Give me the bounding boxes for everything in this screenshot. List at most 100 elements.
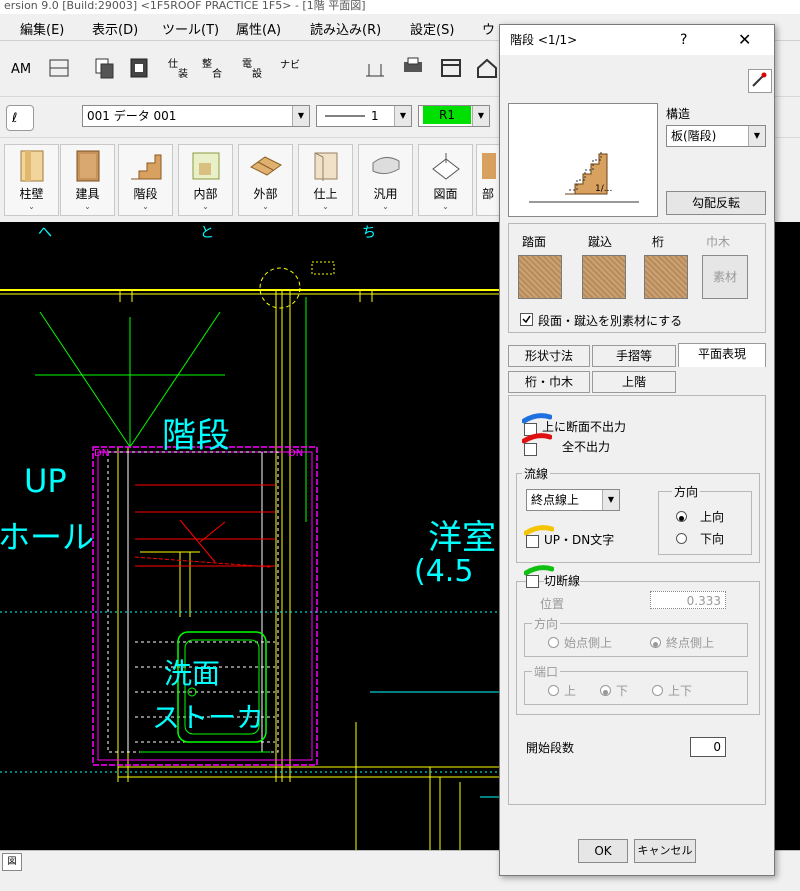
svg-text:ナビ: ナビ xyxy=(280,59,300,71)
cancel-button[interactable]: キャンセル xyxy=(634,839,696,863)
chevron-down-icon[interactable]: ▼ xyxy=(394,106,411,126)
chevron-down-icon[interactable]: ▼ xyxy=(472,106,489,126)
fitting-label: 建具 xyxy=(75,187,100,201)
menu-import[interactable]: 読み込み(R) xyxy=(310,19,381,38)
menu-attributes[interactable]: 属性(A) xyxy=(236,19,281,38)
text-senmen: 洗面 xyxy=(164,657,221,690)
text-dn-right: DN xyxy=(288,448,304,459)
color-select[interactable]: R1 ▼ xyxy=(418,105,490,127)
edge-updown-radio[interactable] xyxy=(652,685,663,696)
drawing-button[interactable]: 図面 ⌄ xyxy=(418,144,473,216)
deck-icon xyxy=(249,149,283,183)
tread-material-swatch[interactable] xyxy=(518,255,562,299)
dir-start-radio[interactable] xyxy=(548,637,559,648)
text-dn-left: DN xyxy=(94,448,110,459)
riser-material-swatch[interactable] xyxy=(582,255,626,299)
paste-icon[interactable] xyxy=(124,48,154,88)
tread-label: 踏面 xyxy=(522,235,547,249)
parts-label: 部 xyxy=(481,187,494,201)
dir-sub-group-title: 方向 xyxy=(532,615,561,632)
finish-button[interactable]: 仕上 ⌄ xyxy=(298,144,353,216)
ok-button[interactable]: OK xyxy=(578,839,628,863)
menu-view[interactable]: 表示(D) xyxy=(92,19,138,38)
steps-label: 開始段数 xyxy=(526,741,575,755)
tab-plan-expression[interactable]: 平面表現 xyxy=(678,343,766,367)
tab-stringer-skirting[interactable]: 桁・巾木 xyxy=(508,371,590,393)
pen-style-icon[interactable]: ℓ xyxy=(6,105,34,131)
pillar-wall-button[interactable]: 柱壁 ⌄ xyxy=(4,144,59,216)
dialog-title: 階段 <1/1> xyxy=(510,33,578,47)
drawing-icon xyxy=(429,149,463,183)
general-button[interactable]: 汎用 ⌄ xyxy=(358,144,413,216)
svg-text:電: 電 xyxy=(242,58,252,70)
stringer-label: 桁 xyxy=(652,235,665,249)
chevron-down-icon[interactable]: ▼ xyxy=(602,490,619,510)
edge-up-radio[interactable] xyxy=(548,685,559,696)
spec-icon[interactable]: 仕装 xyxy=(164,48,194,88)
line-type-select[interactable]: 1 ▼ xyxy=(316,105,412,127)
electric-icon[interactable]: 電設 xyxy=(238,48,268,88)
window-title: ersion 9.0 [Build:29003] <1F5ROOF PRACTI… xyxy=(0,0,800,14)
house-icon[interactable] xyxy=(472,48,502,88)
data-select[interactable]: 001 データ 001 ▼ xyxy=(82,105,310,127)
shape-select[interactable]: 板(階段) ▼ xyxy=(666,125,766,147)
dialog-titlebar[interactable]: 階段 <1/1> ? ✕ xyxy=(500,25,774,55)
steps-input[interactable]: 0 xyxy=(690,737,726,757)
svg-text:ℓ: ℓ xyxy=(11,111,17,126)
am-icon[interactable]: AM xyxy=(8,48,38,88)
cutline-checkbox[interactable] xyxy=(526,575,539,588)
svg-text:装: 装 xyxy=(178,67,188,80)
copy-icon[interactable] xyxy=(90,48,120,88)
navi-icon[interactable]: ナビ xyxy=(276,48,306,88)
cutline-label: 切断線 xyxy=(544,572,581,589)
close-icon[interactable]: ✕ xyxy=(738,25,751,55)
menu-window[interactable]: ウ xyxy=(482,19,495,38)
chevron-down-icon[interactable]: ▼ xyxy=(748,126,765,146)
sheet-tab-icon[interactable]: 図 xyxy=(2,853,22,871)
direction-up-label: 上向 xyxy=(700,510,725,524)
updn-text-checkbox[interactable] xyxy=(526,535,539,548)
finish-icon xyxy=(309,149,343,183)
data-select-value: 001 データ 001 xyxy=(87,109,177,123)
help-icon[interactable]: ? xyxy=(680,25,687,55)
riser-label: 蹴込 xyxy=(588,235,613,249)
reverse-slope-button[interactable]: 勾配反転 xyxy=(666,191,766,215)
dir-end-radio[interactable] xyxy=(650,637,661,648)
assemble-icon[interactable]: 整合 xyxy=(198,48,228,88)
separate-material-checkbox[interactable] xyxy=(520,313,533,326)
drawing-label: 図面 xyxy=(433,187,458,201)
menu-settings[interactable]: 設定(S) xyxy=(410,19,454,38)
tab-handrail[interactable]: 手摺等 xyxy=(592,345,676,367)
separate-material-label: 段面・蹴込を別素材にする xyxy=(538,314,683,328)
menu-edit[interactable]: 編集(E) xyxy=(20,19,64,38)
general-label: 汎用 xyxy=(373,187,398,201)
chevron-down-icon[interactable]: ▼ xyxy=(292,106,309,126)
position-label: 位置 xyxy=(540,597,565,611)
floor-icon[interactable] xyxy=(360,48,390,88)
stringer-material-swatch[interactable] xyxy=(644,255,688,299)
tab-shape-dims[interactable]: 形状寸法 xyxy=(508,345,590,367)
text-kaidan: 階段 xyxy=(162,416,230,456)
eyedropper-icon[interactable] xyxy=(748,69,772,93)
frame-icon[interactable] xyxy=(436,48,466,88)
position-input[interactable]: 0.333 xyxy=(650,591,726,609)
line-group-title: 流線 xyxy=(522,465,551,482)
direction-up-radio[interactable] xyxy=(676,511,687,522)
menu-tools[interactable]: ツール(T) xyxy=(162,19,219,38)
skirting-material-button[interactable]: 素材 xyxy=(702,255,748,299)
print-icon[interactable] xyxy=(398,48,428,88)
tab-upper-floor[interactable]: 上階 xyxy=(592,371,676,393)
line-position-select[interactable]: 終点線上 ▼ xyxy=(526,489,620,511)
exterior-button[interactable]: 外部 ⌄ xyxy=(238,144,293,216)
wall-icon[interactable] xyxy=(44,48,74,88)
stairs-label: 階段 xyxy=(133,187,158,201)
fitting-button[interactable]: 建具 ⌄ xyxy=(60,144,115,216)
stairs-button[interactable]: 階段 ⌄ xyxy=(118,144,173,216)
interior-button[interactable]: 内部 ⌄ xyxy=(178,144,233,216)
stairs-dialog: 階段 <1/1> ? ✕ 1/... 構造 板(階段) ▼ 勾配反転 踏面 蹴込… xyxy=(499,24,775,876)
direction-down-radio[interactable] xyxy=(676,533,687,544)
edge-down-label: 下 xyxy=(616,684,629,698)
no-out-checkbox[interactable] xyxy=(524,443,537,456)
parts-button[interactable]: 部 xyxy=(476,144,500,216)
edge-down-radio[interactable] xyxy=(600,685,611,696)
